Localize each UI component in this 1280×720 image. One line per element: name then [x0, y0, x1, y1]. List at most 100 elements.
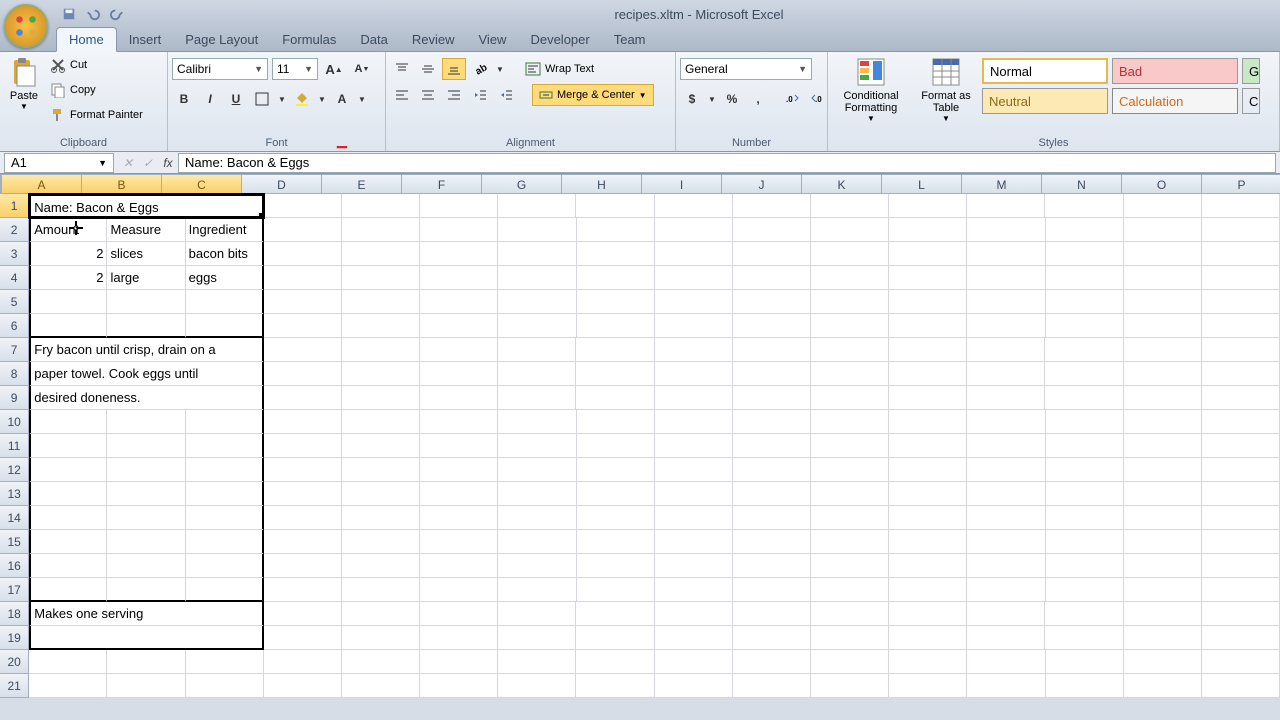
cell-F10[interactable]: [420, 410, 498, 434]
align-bottom-button[interactable]: [442, 58, 466, 80]
cell-N7[interactable]: [1045, 338, 1123, 362]
cell-E3[interactable]: [342, 242, 420, 266]
decrease-indent-button[interactable]: [468, 84, 492, 106]
cell-A12[interactable]: [29, 458, 107, 482]
cell-M10[interactable]: [967, 410, 1045, 434]
cell-G19[interactable]: [498, 626, 576, 650]
cell-J2[interactable]: [733, 218, 811, 242]
cell-B12[interactable]: [107, 458, 185, 482]
cell-C13[interactable]: [186, 482, 264, 506]
cell-G4[interactable]: [498, 266, 576, 290]
cell-D12[interactable]: [264, 458, 342, 482]
cell-L12[interactable]: [889, 458, 967, 482]
tab-data[interactable]: Data: [348, 28, 399, 51]
cell-K15[interactable]: [811, 530, 889, 554]
cell-F17[interactable]: [420, 578, 498, 602]
cell-A9[interactable]: desired doneness.: [29, 386, 263, 410]
cell-M14[interactable]: [967, 506, 1045, 530]
cell-H20[interactable]: [576, 650, 654, 674]
row-header-10[interactable]: 10: [0, 410, 29, 434]
font-name-combo[interactable]: Calibri▼: [172, 58, 268, 80]
cell-H19[interactable]: [576, 626, 654, 650]
cell-A11[interactable]: [29, 434, 107, 458]
grow-font-button[interactable]: A▲: [322, 58, 346, 80]
cell-J8[interactable]: [733, 362, 811, 386]
cell-H14[interactable]: [577, 506, 655, 530]
number-format-combo[interactable]: General▼: [680, 58, 812, 80]
cell-P1[interactable]: [1202, 194, 1280, 218]
cell-I15[interactable]: [655, 530, 733, 554]
col-header-M[interactable]: M: [962, 174, 1042, 194]
cell-D6[interactable]: [264, 314, 342, 338]
format-painter-button[interactable]: Format Painter: [48, 104, 145, 126]
row-header-20[interactable]: 20: [0, 650, 29, 674]
cell-G16[interactable]: [498, 554, 576, 578]
cell-A8[interactable]: paper towel. Cook eggs until: [29, 362, 263, 386]
fill-color-button[interactable]: [290, 88, 314, 110]
col-header-B[interactable]: B: [82, 174, 162, 194]
cell-D20[interactable]: [264, 650, 342, 674]
cell-B4[interactable]: large: [107, 266, 185, 290]
cell-G6[interactable]: [498, 314, 576, 338]
cell-I18[interactable]: [655, 602, 733, 626]
tab-page-layout[interactable]: Page Layout: [173, 28, 270, 51]
cell-K1[interactable]: [811, 194, 889, 218]
cell-O7[interactable]: [1124, 338, 1202, 362]
cell-A7[interactable]: Fry bacon until crisp, drain on a: [29, 338, 263, 362]
cell-I6[interactable]: [655, 314, 733, 338]
cell-A2[interactable]: Amount: [29, 218, 107, 242]
orientation-button[interactable]: ab: [468, 58, 492, 80]
cell-C17[interactable]: [186, 578, 264, 602]
cell-P6[interactable]: [1202, 314, 1280, 338]
cell-H6[interactable]: [577, 314, 655, 338]
cell-E21[interactable]: [342, 674, 420, 698]
cell-D1[interactable]: [264, 194, 342, 218]
cell-A13[interactable]: [29, 482, 107, 506]
cell-K6[interactable]: [811, 314, 889, 338]
cell-P2[interactable]: [1202, 218, 1280, 242]
cell-E18[interactable]: [342, 602, 420, 626]
cell-B15[interactable]: [107, 530, 185, 554]
cell-M15[interactable]: [967, 530, 1045, 554]
row-header-6[interactable]: 6: [0, 314, 29, 338]
col-header-K[interactable]: K: [802, 174, 882, 194]
cell-L1[interactable]: [889, 194, 967, 218]
cell-F12[interactable]: [420, 458, 498, 482]
cell-P3[interactable]: [1202, 242, 1280, 266]
cell-L4[interactable]: [889, 266, 967, 290]
align-right-button[interactable]: [442, 84, 466, 106]
cell-O15[interactable]: [1124, 530, 1202, 554]
cell-E8[interactable]: [342, 362, 420, 386]
cell-M16[interactable]: [967, 554, 1045, 578]
cell-styles-gallery[interactable]: Normal Bad G Neutral Calculation C: [982, 54, 1260, 114]
cell-N8[interactable]: [1045, 362, 1123, 386]
style-check[interactable]: C: [1242, 88, 1260, 114]
undo-icon[interactable]: [86, 7, 100, 21]
cell-K13[interactable]: [811, 482, 889, 506]
cell-O16[interactable]: [1124, 554, 1202, 578]
cell-L11[interactable]: [889, 434, 967, 458]
cell-F5[interactable]: [420, 290, 498, 314]
cell-G2[interactable]: [498, 218, 576, 242]
row-header-13[interactable]: 13: [0, 482, 29, 506]
cell-I21[interactable]: [655, 674, 733, 698]
cell-J21[interactable]: [733, 674, 811, 698]
cell-P10[interactable]: [1202, 410, 1280, 434]
cell-F20[interactable]: [420, 650, 498, 674]
cell-D14[interactable]: [264, 506, 342, 530]
cell-N15[interactable]: [1046, 530, 1124, 554]
tab-review[interactable]: Review: [400, 28, 467, 51]
cell-N1[interactable]: [1045, 194, 1123, 218]
cell-H2[interactable]: [577, 218, 655, 242]
cell-H5[interactable]: [577, 290, 655, 314]
decrease-decimal-button[interactable]: .0: [806, 88, 830, 110]
cell-D15[interactable]: [264, 530, 342, 554]
fx-button[interactable]: fx: [158, 153, 178, 173]
cell-K3[interactable]: [811, 242, 889, 266]
cell-H7[interactable]: [576, 338, 654, 362]
cell-K4[interactable]: [811, 266, 889, 290]
cell-O1[interactable]: [1124, 194, 1202, 218]
name-box[interactable]: A1▼: [4, 153, 114, 173]
tab-insert[interactable]: Insert: [117, 28, 174, 51]
cell-D9[interactable]: [264, 386, 342, 410]
